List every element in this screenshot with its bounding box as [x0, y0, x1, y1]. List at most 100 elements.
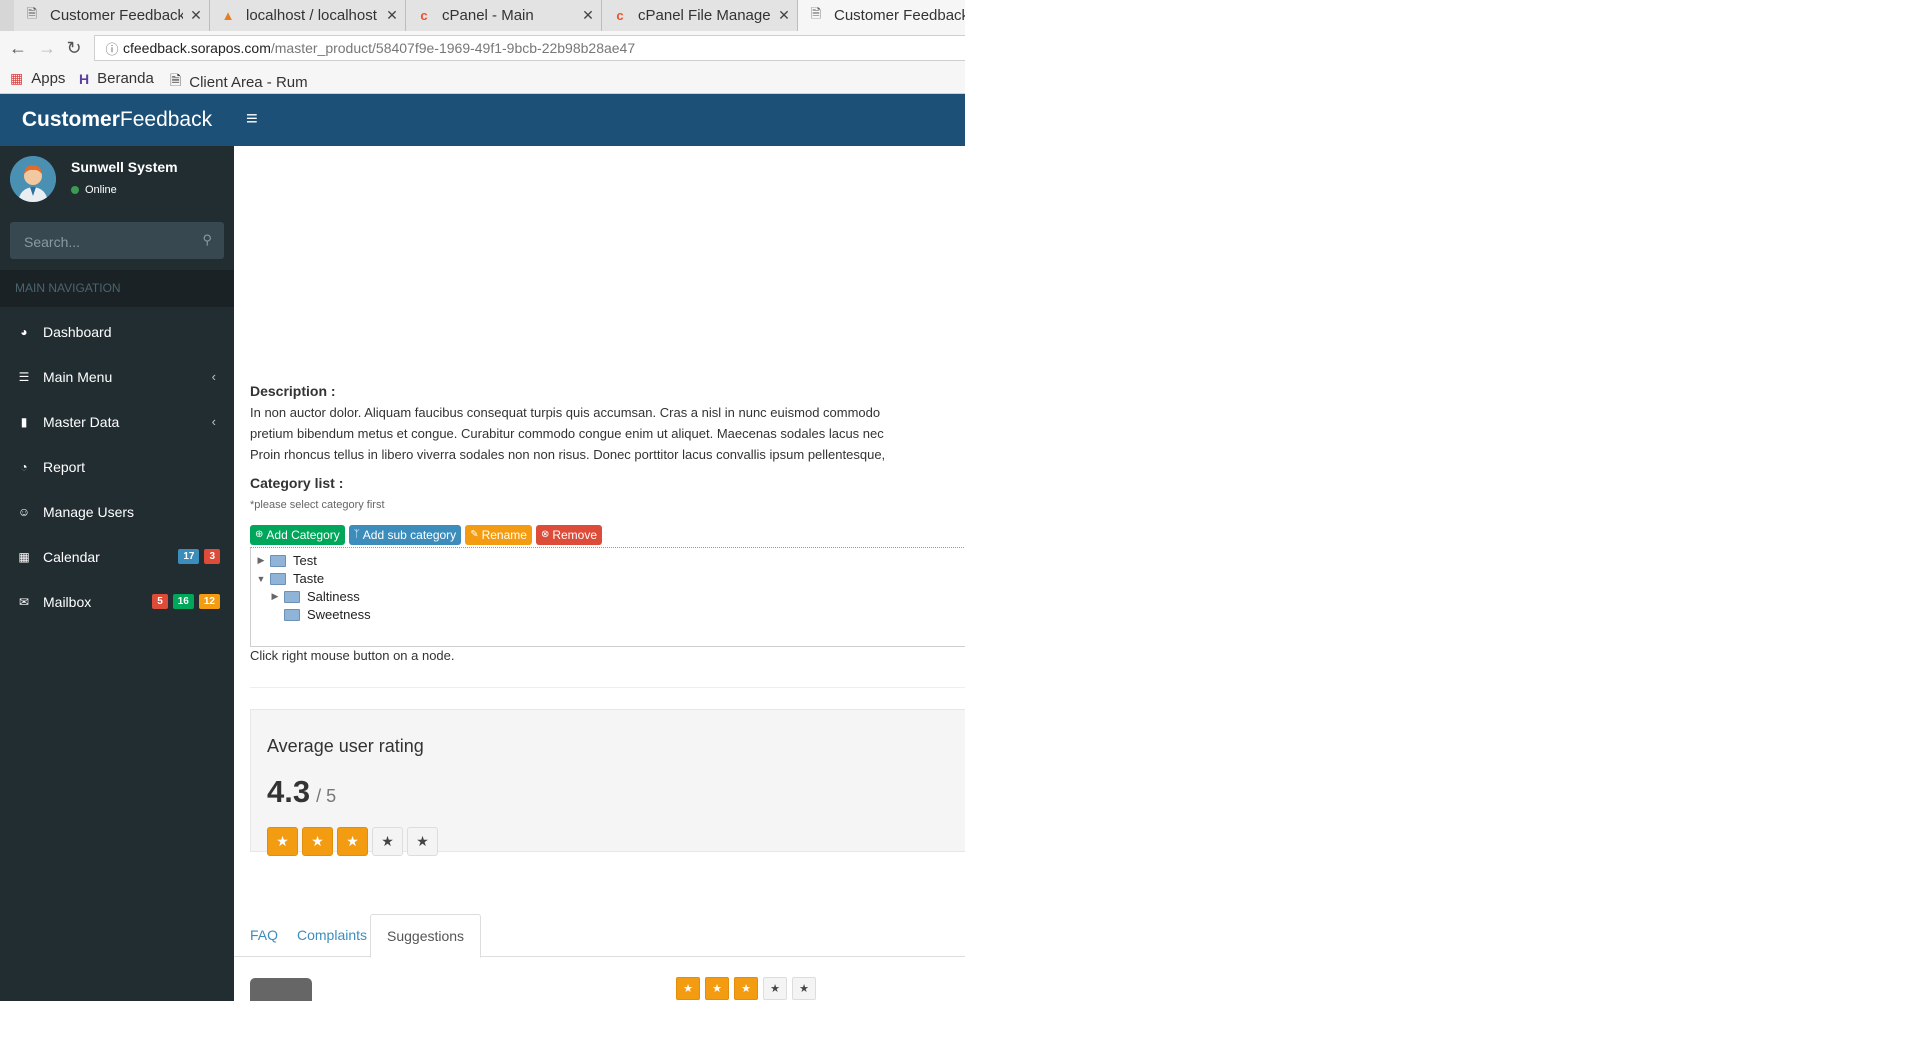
- star-filled-icon: ★: [267, 827, 298, 856]
- times-circle-icon: ⊗: [540, 529, 550, 540]
- avatar: [10, 156, 56, 202]
- user-panel: Sunwell System Online: [0, 146, 234, 218]
- tree-node-test[interactable]: ▶ Test: [254, 553, 317, 568]
- tab-complaints[interactable]: Complaints: [281, 914, 383, 957]
- tree-node-saltiness[interactable]: ▶ Saltiness: [268, 589, 360, 604]
- folder-icon: [284, 590, 300, 603]
- reload-icon[interactable]: ↻: [64, 38, 84, 59]
- phpmyadmin-icon: ▲: [221, 8, 235, 23]
- sidebar-item-manage-users[interactable]: ☺ Manage Users: [0, 489, 234, 534]
- star-filled-icon: ★: [705, 977, 729, 1000]
- info-icon: ⓘ: [105, 41, 119, 57]
- h-logo-icon: H: [79, 70, 90, 87]
- sidebar-item-calendar[interactable]: ▦ Calendar 17 3: [0, 534, 234, 579]
- add-category-button[interactable]: ⊕ Add Category: [250, 525, 345, 545]
- star-filled-icon: ★: [302, 827, 333, 856]
- search-input[interactable]: [10, 222, 196, 261]
- page-icon: 🗎: [810, 5, 822, 21]
- pencil-icon: ✎: [470, 529, 479, 540]
- star-empty-icon: ★: [372, 827, 403, 856]
- close-icon[interactable]: ✕: [379, 7, 405, 24]
- sidebar-item-mailbox[interactable]: ✉ Mailbox 5 16 12: [0, 579, 234, 624]
- apps-grid-icon: ▦: [10, 70, 24, 86]
- sidebar-item-dashboard[interactable]: ◕ Dashboard: [0, 309, 234, 354]
- app-header: CustomerFeedback ≡: [0, 94, 965, 146]
- user-circle-icon: ☺: [17, 504, 31, 519]
- category-tree: ▶ Test ▼ Taste ▶ Saltiness Sweetness: [250, 547, 965, 647]
- online-dot-icon: [71, 186, 79, 194]
- tree-toolbar: ⊕ Add Category ᛉ Add sub category ✎ Rena…: [250, 525, 606, 545]
- badge-calendar-red: 3: [204, 549, 220, 564]
- caret-right-icon[interactable]: ▶: [268, 591, 282, 602]
- description-label: Description :: [250, 383, 336, 399]
- divider: [250, 687, 965, 688]
- star-empty-icon: ★: [407, 827, 438, 856]
- cpanel-icon: c: [420, 8, 428, 23]
- rename-button[interactable]: ✎ Rename: [465, 525, 532, 545]
- bookmark-beranda[interactable]: H Beranda: [79, 70, 154, 87]
- sidebar-toggle-icon[interactable]: ≡: [246, 108, 258, 131]
- address-bar: ← → ↻ ⓘ cfeedback.sorapos.com/master_pro…: [0, 31, 965, 65]
- badge-mailbox-yellow: 12: [198, 594, 220, 609]
- sidebar: Sunwell System Online ⚲ MAIN NAVIGATION …: [0, 146, 234, 1001]
- pie-chart-icon: ◔: [20, 459, 28, 474]
- rating-stars: ★ ★ ★ ★ ★: [267, 827, 442, 856]
- close-icon[interactable]: ✕: [771, 7, 797, 24]
- bookmark-apps[interactable]: ▦ Apps: [10, 70, 65, 87]
- chevron-left-icon: ‹: [211, 369, 216, 384]
- close-icon[interactable]: ✕: [575, 7, 601, 24]
- browser-tab-5-active[interactable]: 🗎 Customer Feedback: [798, 0, 965, 31]
- star-filled-icon: ★: [734, 977, 758, 1000]
- rating-title: Average user rating: [267, 736, 424, 756]
- tree-node-sweetness[interactable]: Sweetness: [268, 607, 371, 622]
- caret-down-icon[interactable]: ▼: [254, 574, 268, 584]
- star-filled-icon: ★: [337, 827, 368, 856]
- browser-tab-1[interactable]: 🗎 Customer Feedback ✕: [14, 0, 210, 31]
- page-icon: 🗎: [170, 72, 182, 88]
- folder-icon: [270, 572, 286, 585]
- average-rating-panel: Average user rating 4.3/ 5 ★ ★ ★ ★ ★: [250, 709, 965, 856]
- main-content: Description : In non auctor dolor. Aliqu…: [234, 146, 965, 1001]
- browser-tab-4[interactable]: c cPanel File Manager ✕: [602, 0, 798, 31]
- envelope-icon: ✉: [18, 594, 30, 609]
- plus-circle-icon: ⊕: [255, 529, 264, 540]
- dashboard-icon: ◕: [20, 324, 28, 339]
- folder-icon: [284, 608, 300, 621]
- description-text: In non auctor dolor. Aliquam faucibus co…: [250, 405, 886, 462]
- browser-tab-2[interactable]: ▲ localhost / localhost ✕: [210, 0, 406, 31]
- bars-icon: ☰: [18, 369, 30, 384]
- calendar-icon: ▦: [18, 549, 30, 564]
- content-tabs: FAQ Complaints Suggestions: [234, 914, 965, 958]
- rating-score: 4.3/ 5: [267, 774, 337, 809]
- remove-button[interactable]: ⊗ Remove: [535, 525, 603, 545]
- page-icon: 🗎: [26, 5, 38, 21]
- forward-arrow-icon[interactable]: →: [37, 38, 57, 59]
- star-filled-icon: ★: [676, 977, 700, 1000]
- tree-note: Click right mouse button on a node.: [250, 648, 455, 663]
- sidebar-item-report[interactable]: ◔ Report: [0, 444, 234, 489]
- back-arrow-icon[interactable]: ←: [8, 38, 28, 59]
- bookmarks-bar: ▦ Apps H Beranda 🗎 Client Area - Rum: [0, 65, 965, 94]
- sidebar-item-master-data[interactable]: ▮ Master Data ‹: [0, 399, 234, 444]
- sidebar-item-main-menu[interactable]: ☰ Main Menu ‹: [0, 354, 234, 399]
- url-input[interactable]: ⓘ cfeedback.sorapos.com/master_product/5…: [94, 35, 965, 61]
- badge-calendar-blue: 17: [178, 549, 200, 564]
- badge-mailbox-green: 16: [172, 594, 194, 609]
- caret-right-icon[interactable]: ▶: [254, 555, 268, 566]
- folder-icon: [270, 554, 286, 567]
- brand-logo[interactable]: CustomerFeedback: [0, 94, 234, 146]
- bookmark-client-area[interactable]: 🗎 Client Area - Rum: [170, 70, 308, 94]
- browser-tab-3[interactable]: c cPanel - Main ✕: [406, 0, 602, 31]
- suggestion-avatar: [250, 978, 312, 1001]
- close-icon[interactable]: ✕: [183, 7, 209, 24]
- book-icon: ▮: [20, 414, 28, 429]
- badge-mailbox-red: 5: [152, 594, 168, 609]
- code-fork-icon: ᛉ: [353, 529, 360, 540]
- add-sub-category-button[interactable]: ᛉ Add sub category: [348, 525, 462, 545]
- category-list-label: Category list :: [250, 475, 344, 491]
- search-icon[interactable]: ⚲: [202, 232, 212, 248]
- tree-node-taste[interactable]: ▼ Taste: [254, 571, 325, 586]
- tab-suggestions[interactable]: Suggestions: [370, 914, 482, 958]
- star-empty-icon: ★: [763, 977, 787, 1000]
- suggestion-rating-stars: ★ ★ ★ ★ ★: [676, 977, 821, 1000]
